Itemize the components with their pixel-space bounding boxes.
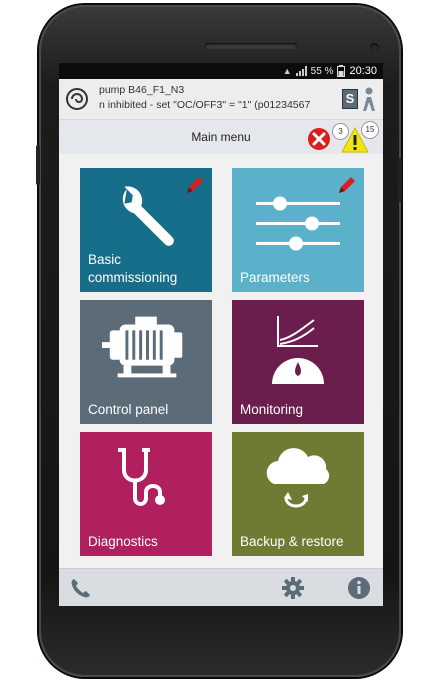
app-screen: ▲ 55 % 20:30 pump B46_F1_N3 n inhibited … <box>59 63 383 606</box>
tile-label-line1: Parameters <box>240 270 310 285</box>
warning-count-badge: 15 <box>361 121 379 139</box>
tile-label-line1: Control panel <box>88 402 169 417</box>
tile-basic-commissioning[interactable]: Basic commissioning <box>80 168 212 292</box>
tile-monitoring[interactable]: Monitoring <box>232 300 364 424</box>
tile-label-line1: Monitoring <box>240 402 304 417</box>
motor-icon <box>101 316 183 378</box>
volume-button <box>36 145 40 185</box>
tile-backup-restore[interactable]: Backup & restore <box>232 432 364 556</box>
wifi-icon: ▲ <box>282 66 292 76</box>
tile-control-panel[interactable]: Control panel <box>80 300 212 424</box>
tile-label: Backup & restore <box>240 533 344 551</box>
sliders-icon <box>256 196 340 251</box>
battery-percentage: 55 % <box>310 65 334 77</box>
device-status-message: n inhibited - set "OC/OFF3" = "1" (p0123… <box>99 99 311 111</box>
battery-icon <box>337 65 346 77</box>
clock-time: 20:30 <box>349 65 377 77</box>
drive-logo-icon <box>66 88 88 110</box>
tile-label-line1: Diagnostics <box>88 534 158 549</box>
tile-label-line2: commissioning <box>88 270 178 285</box>
tile-parameters[interactable]: Parameters <box>232 168 364 292</box>
tile-label: Basic commissioning <box>88 251 177 287</box>
user-icon[interactable] <box>360 87 378 111</box>
settings-gear-icon[interactable] <box>281 576 305 600</box>
system-status-bar: ▲ 55 % 20:30 <box>59 63 383 79</box>
power-button <box>398 158 402 202</box>
stethoscope-icon <box>118 448 165 506</box>
phone-icon[interactable] <box>69 576 93 600</box>
signal-strength-icon <box>295 66 307 76</box>
wrench-icon <box>122 186 174 246</box>
tile-label: Monitoring <box>240 401 303 419</box>
edit-pencil-icon <box>339 177 355 193</box>
info-icon[interactable] <box>347 576 371 600</box>
earpiece-speaker <box>205 43 297 49</box>
tile-diagnostics[interactable]: Diagnostics <box>80 432 212 556</box>
tile-label: Diagnostics <box>88 533 158 551</box>
tile-label-line1: Backup & restore <box>240 534 344 549</box>
tile-label: Parameters <box>240 269 310 287</box>
bottom-navigation-bar <box>59 568 383 606</box>
device-info-bar[interactable]: pump B46_F1_N3 n inhibited - set "OC/OFF… <box>59 79 383 120</box>
error-icon[interactable] <box>307 127 331 151</box>
device-name: pump B46_F1_N3 <box>99 84 185 96</box>
tile-label: Control panel <box>88 401 168 419</box>
gauge-chart-icon <box>272 316 324 384</box>
front-camera <box>370 43 379 52</box>
cloud-sync-icon <box>266 448 330 508</box>
tile-label-line1: Basic <box>88 252 122 267</box>
edit-pencil-icon <box>187 177 203 193</box>
access-level-badge[interactable]: S <box>342 89 358 109</box>
